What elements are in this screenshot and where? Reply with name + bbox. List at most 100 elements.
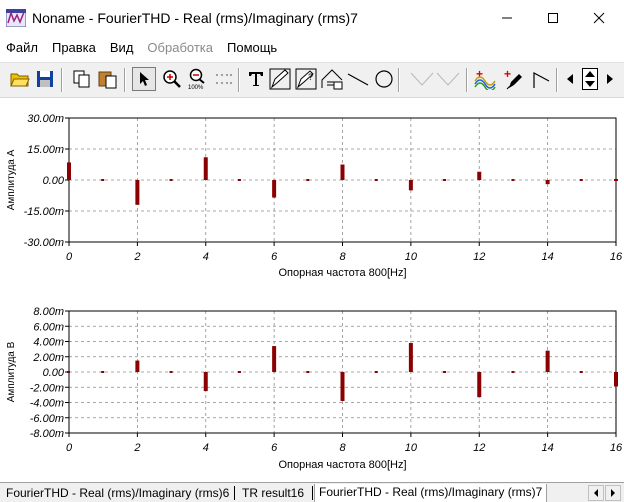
data-bar <box>477 171 482 180</box>
text-button[interactable] <box>244 67 268 91</box>
tab-fourier-6[interactable]: FourierTHD - Real (rms)/Imaginary (rms)6 <box>2 485 233 502</box>
data-bar <box>101 179 105 181</box>
data-bar <box>135 180 140 205</box>
menu-view[interactable]: Вид <box>110 40 134 55</box>
data-bar <box>443 371 447 373</box>
pen-icon <box>269 68 291 90</box>
y-tick-label: -8.00m <box>30 428 64 440</box>
zoom-in-icon <box>163 70 181 88</box>
pen-button[interactable] <box>268 67 292 91</box>
y-tick-label: 0.00 <box>43 175 65 187</box>
y-tick-label: -2.00m <box>30 382 64 394</box>
scroll-left-button[interactable] <box>562 67 578 91</box>
pen-question-button[interactable]: ? <box>294 67 318 91</box>
add-marker-icon: + <box>504 68 522 90</box>
tab-separator <box>312 486 313 500</box>
tab-scroll-right-button[interactable] <box>605 485 621 501</box>
data-bar <box>237 179 241 181</box>
cursor-line-icon <box>410 72 434 86</box>
tab-scroll-left-button[interactable] <box>588 485 604 501</box>
toolbar-separator <box>556 68 558 92</box>
tab-fourier-7[interactable]: FourierTHD - Real (rms)/Imaginary (rms)7 <box>314 484 548 502</box>
y-tick-label: -15.00m <box>24 206 64 218</box>
plot-area: 30.00m 15.00m 0.00 -15.00m -30.00m 0 2 4 6 8 10 12 1… <box>0 98 624 482</box>
data-bar <box>511 371 515 373</box>
copy-button[interactable] <box>70 67 94 91</box>
y-tick-label: 4.00m <box>33 337 64 349</box>
x-axis-label: Опорная частота 800[Hz] <box>278 267 406 279</box>
y-tick-label: -30.00m <box>24 237 64 249</box>
data-bar <box>203 157 208 180</box>
add-trace-button[interactable]: + <box>474 67 498 91</box>
toolbar-separator <box>238 68 240 92</box>
scroll-updown-button[interactable] <box>580 67 600 91</box>
menu-processing[interactable]: Обработка <box>147 40 213 55</box>
maximize-button[interactable] <box>530 0 576 36</box>
x-tick-label: 12 <box>473 442 485 454</box>
menu-help[interactable]: Помощь <box>227 40 277 55</box>
minimize-icon <box>502 17 512 19</box>
data-bar <box>169 179 173 181</box>
window-title: Noname - FourierTHD - Real (rms)/Imagina… <box>32 10 358 26</box>
minimize-button[interactable] <box>484 0 530 36</box>
data-bar <box>272 180 277 198</box>
y-tick-label: -4.00m <box>30 398 64 410</box>
grid-button[interactable] <box>212 67 236 91</box>
tab-bar: FourierTHD - Real (rms)/Imaginary (rms)6… <box>0 482 624 502</box>
add-marker-button[interactable]: + <box>502 67 526 91</box>
x-tick-label: 10 <box>405 442 418 454</box>
zoom-in-button[interactable] <box>160 67 184 91</box>
x-tick-label: 14 <box>542 251 554 263</box>
tab-scroll-left-icon <box>594 489 598 497</box>
curve-button[interactable] <box>320 67 344 91</box>
x-tick-label: 16 <box>610 251 623 263</box>
maximize-icon <box>548 13 558 23</box>
toolbar-separator <box>124 68 126 92</box>
scroll-right-button[interactable] <box>602 67 618 91</box>
scroll-updown-icon <box>582 68 598 90</box>
data-bar <box>101 371 105 373</box>
close-button[interactable] <box>576 0 622 36</box>
cursor-line2-button[interactable] <box>436 67 460 91</box>
data-bar <box>408 180 413 191</box>
cursor-line-button[interactable] <box>410 67 434 91</box>
x-tick-label: 10 <box>405 251 418 263</box>
text-icon <box>249 72 263 86</box>
data-bar <box>306 371 310 373</box>
y-tick-label: 15.00m <box>27 144 64 156</box>
data-bar <box>340 372 345 401</box>
circle-button[interactable] <box>372 67 396 91</box>
data-bar <box>614 178 618 181</box>
toolbar-separator <box>61 68 63 92</box>
paste-button[interactable] <box>96 67 120 91</box>
menu-file[interactable]: Файл <box>6 40 38 55</box>
x-tick-label: 4 <box>203 251 209 263</box>
line-button[interactable] <box>346 67 370 91</box>
x-tick-label: 14 <box>542 442 554 454</box>
toolbar-separator <box>466 68 468 92</box>
step-icon <box>533 72 550 88</box>
open-button[interactable] <box>8 67 32 91</box>
y-axis-label: Амплитуда B <box>6 341 17 402</box>
menu-edit[interactable]: Правка <box>52 40 96 55</box>
tab-tr-result-16[interactable]: TR result16 <box>238 485 308 502</box>
step-button[interactable] <box>530 67 554 91</box>
data-bar <box>203 372 208 392</box>
pointer-button[interactable] <box>132 67 156 91</box>
scroll-left-icon <box>567 74 573 84</box>
zoom-100-button[interactable]: 100% <box>186 67 210 91</box>
data-bar <box>374 179 378 181</box>
pointer-icon <box>140 72 149 86</box>
data-bar <box>67 371 70 373</box>
curve-icon <box>321 69 343 90</box>
x-axis-label: Опорная частота 800[Hz] <box>278 459 406 471</box>
x-tick-label: 4 <box>203 442 209 454</box>
data-bar <box>169 371 173 373</box>
toolbar-separator <box>398 68 400 92</box>
data-bar <box>545 180 550 185</box>
data-bar <box>272 346 277 372</box>
charts-canvas[interactable]: 30.00m15.00m0.00-15.00m-30.00m0 2 4 6 8 10 12 1… <box>0 98 624 482</box>
save-button[interactable] <box>33 67 57 91</box>
x-tick-label: 6 <box>271 442 278 454</box>
zoom-100-icon: 100% <box>188 68 205 90</box>
